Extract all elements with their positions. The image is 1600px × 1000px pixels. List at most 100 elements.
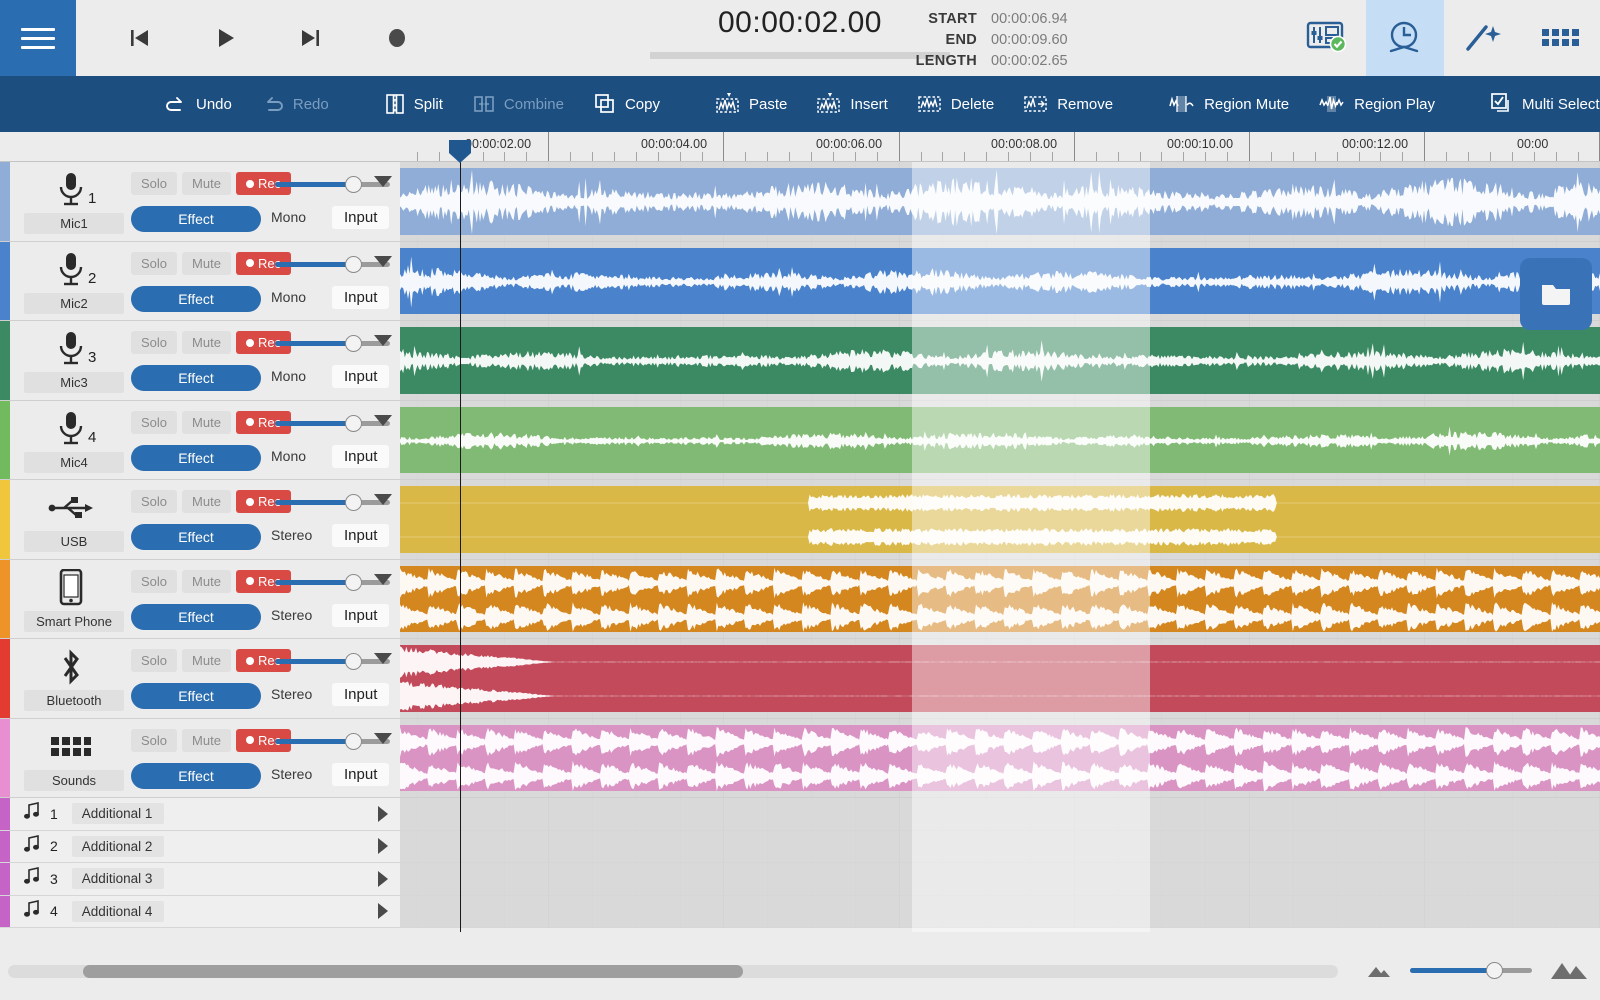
additional-name[interactable]: Additional 3: [72, 868, 164, 889]
input-button[interactable]: Input: [332, 206, 389, 229]
audio-clip[interactable]: [400, 725, 1600, 792]
track-expand-chevron-down-icon[interactable]: [374, 653, 392, 664]
additional-name[interactable]: Additional 4: [72, 901, 164, 922]
track-expand-chevron-down-icon[interactable]: [374, 574, 392, 585]
input-button[interactable]: Input: [332, 683, 389, 706]
grid-view-icon[interactable]: [1522, 0, 1600, 76]
additional-expand-chevron-right-icon[interactable]: [378, 806, 388, 822]
track-name[interactable]: Mic1: [24, 213, 124, 234]
audio-clip[interactable]: [400, 407, 1600, 474]
split-button[interactable]: Split: [370, 76, 458, 132]
track-expand-chevron-down-icon[interactable]: [374, 733, 392, 744]
zoom-in-mountain-icon[interactable]: [1548, 958, 1590, 982]
solo-button[interactable]: Solo: [131, 172, 177, 195]
effect-button[interactable]: Effect: [131, 286, 261, 312]
additional-track-row[interactable]: 4Additional 4: [0, 896, 1600, 929]
additional-expand-chevron-right-icon[interactable]: [378, 903, 388, 919]
audio-clip[interactable]: [400, 168, 1600, 235]
volume-slider[interactable]: [275, 182, 390, 187]
track-waveform-area[interactable]: [400, 560, 1600, 639]
mute-button[interactable]: Mute: [182, 172, 231, 195]
track-expand-chevron-down-icon[interactable]: [374, 415, 392, 426]
additional-body[interactable]: [400, 798, 1600, 830]
magic-wand-icon[interactable]: [1444, 0, 1522, 76]
scrollbar-thumb[interactable]: [83, 965, 743, 978]
track-row[interactable]: Smart PhoneSoloMuteRecEffectStereoInput: [0, 560, 1600, 640]
track-name[interactable]: USB: [24, 531, 124, 552]
track-row[interactable]: 3Mic3SoloMuteRecEffectMonoInput: [0, 321, 1600, 401]
audio-clip[interactable]: [400, 486, 1600, 553]
volume-slider[interactable]: [275, 262, 390, 267]
effect-button[interactable]: Effect: [131, 604, 261, 630]
effect-button[interactable]: Effect: [131, 683, 261, 709]
audio-clip[interactable]: [400, 645, 1600, 712]
mute-button[interactable]: Mute: [182, 331, 231, 354]
additional-expand-chevron-right-icon[interactable]: [378, 838, 388, 854]
mute-button[interactable]: Mute: [182, 490, 231, 513]
effect-button[interactable]: Effect: [131, 206, 261, 232]
timeline-ruler[interactable]: 00:00:02.0000:00:04.0000:00:06.0000:00:0…: [400, 132, 1600, 162]
track-row[interactable]: USBSoloMuteRecEffectStereoInput: [0, 480, 1600, 560]
input-button[interactable]: Input: [332, 365, 389, 388]
remove-button[interactable]: Remove: [1009, 76, 1128, 132]
track-expand-chevron-down-icon[interactable]: [374, 335, 392, 346]
additional-expand-chevron-right-icon[interactable]: [378, 871, 388, 887]
solo-button[interactable]: Solo: [131, 411, 177, 434]
track-expand-chevron-down-icon[interactable]: [374, 494, 392, 505]
mixer-settings-icon[interactable]: [1288, 0, 1366, 76]
additional-body[interactable]: [400, 863, 1600, 895]
input-button[interactable]: Input: [332, 286, 389, 309]
input-button[interactable]: Input: [332, 763, 389, 786]
timeline-clock-icon[interactable]: [1366, 0, 1444, 76]
effect-button[interactable]: Effect: [131, 365, 261, 391]
mute-button[interactable]: Mute: [182, 729, 231, 752]
mute-button[interactable]: Mute: [182, 649, 231, 672]
track-waveform-area[interactable]: [400, 321, 1600, 400]
track-name[interactable]: Smart Phone: [24, 611, 124, 632]
effect-button[interactable]: Effect: [131, 763, 261, 789]
volume-slider[interactable]: [275, 580, 390, 585]
horizontal-scrollbar[interactable]: [8, 965, 1338, 978]
solo-button[interactable]: Solo: [131, 252, 177, 275]
folder-button[interactable]: [1520, 258, 1592, 330]
hamburger-menu-icon[interactable]: [0, 0, 76, 76]
volume-slider[interactable]: [275, 739, 390, 744]
audio-clip[interactable]: [400, 248, 1600, 315]
audio-clip[interactable]: [400, 566, 1600, 633]
play-button[interactable]: [202, 15, 248, 61]
track-waveform-area[interactable]: [400, 480, 1600, 559]
zoom-out-mountain-icon[interactable]: [1364, 960, 1394, 980]
track-expand-chevron-down-icon[interactable]: [374, 256, 392, 267]
input-button[interactable]: Input: [332, 604, 389, 627]
track-waveform-area[interactable]: [400, 162, 1600, 241]
solo-button[interactable]: Solo: [131, 570, 177, 593]
input-button[interactable]: Input: [332, 445, 389, 468]
solo-button[interactable]: Solo: [131, 729, 177, 752]
solo-button[interactable]: Solo: [131, 490, 177, 513]
track-row[interactable]: 2Mic2SoloMuteRecEffectMonoInput: [0, 242, 1600, 322]
solo-button[interactable]: Solo: [131, 331, 177, 354]
track-name[interactable]: Sounds: [24, 770, 124, 791]
volume-slider[interactable]: [275, 500, 390, 505]
volume-slider[interactable]: [275, 659, 390, 664]
insert-button[interactable]: Insert: [802, 76, 903, 132]
zoom-slider[interactable]: [1410, 968, 1532, 973]
delete-button[interactable]: Delete: [903, 76, 1009, 132]
additional-body[interactable]: [400, 831, 1600, 863]
track-expand-chevron-down-icon[interactable]: [374, 176, 392, 187]
paste-button[interactable]: Paste: [701, 76, 802, 132]
solo-button[interactable]: Solo: [131, 649, 177, 672]
track-row[interactable]: SoundsSoloMuteRecEffectStereoInput: [0, 719, 1600, 799]
region-mute-button[interactable]: Region Mute: [1154, 76, 1304, 132]
effect-button[interactable]: Effect: [131, 445, 261, 471]
track-name[interactable]: Mic4: [24, 452, 124, 473]
track-row[interactable]: BluetoothSoloMuteRecEffectStereoInput: [0, 639, 1600, 719]
mute-button[interactable]: Mute: [182, 252, 231, 275]
track-row[interactable]: 1Mic1SoloMuteRecEffectMonoInput: [0, 162, 1600, 242]
skip-back-button[interactable]: [116, 15, 162, 61]
skip-forward-button[interactable]: [288, 15, 334, 61]
track-name[interactable]: Bluetooth: [24, 690, 124, 711]
track-row[interactable]: 4Mic4SoloMuteRecEffectMonoInput: [0, 401, 1600, 481]
effect-button[interactable]: Effect: [131, 524, 261, 550]
mute-button[interactable]: Mute: [182, 411, 231, 434]
